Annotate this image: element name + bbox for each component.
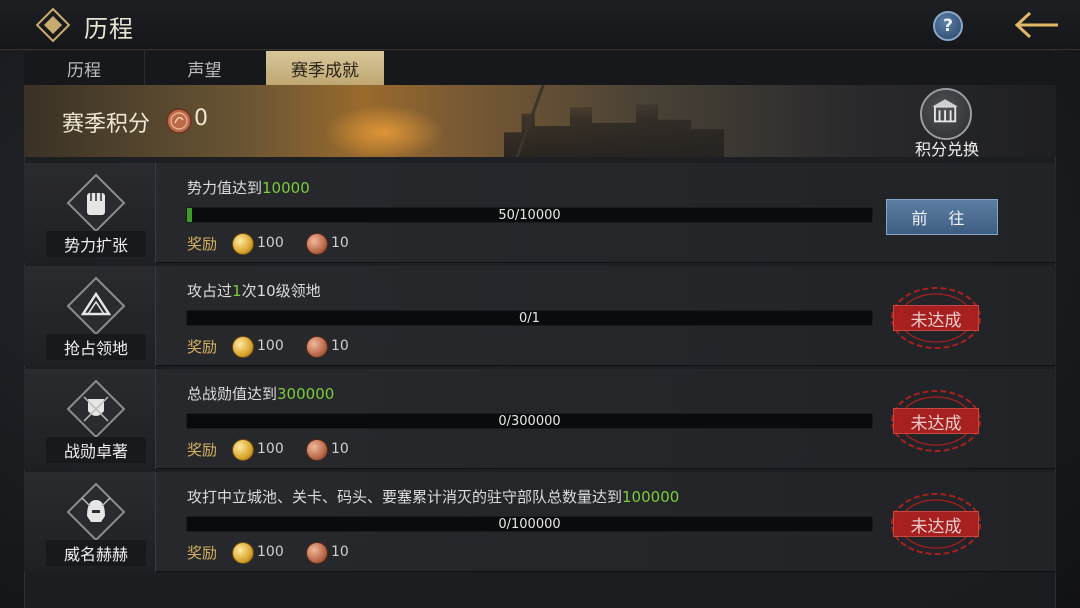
gold-reward-value: 100 — [257, 441, 284, 457]
progress-bar: 0/100000 — [186, 516, 873, 532]
tab-reputation[interactable]: 声望 — [144, 51, 264, 85]
category-label: 战勋卓著 — [46, 437, 146, 463]
season-coin-icon — [166, 108, 192, 134]
progress-text: 0/1 — [519, 310, 540, 326]
achievement-row: 势力扩张 势力值达到10000 50/10000 奖励 100 10 前 往 — [24, 163, 1056, 263]
season-points-label: 赛季积分 — [62, 112, 151, 137]
gold-coin-icon — [232, 439, 254, 461]
progress-bar: 0/300000 — [186, 413, 873, 429]
help-button[interactable]: ? — [933, 11, 963, 41]
go-button[interactable]: 前 往 — [886, 199, 998, 235]
season-coin-icon — [306, 439, 328, 461]
tab-season-achievements[interactable]: 赛季成就 — [266, 51, 384, 85]
title-emblem-icon — [36, 8, 70, 42]
shop-icon[interactable] — [920, 88, 972, 140]
shield-icon — [66, 379, 126, 439]
achievement-row: 抢占领地 攻占过1次10级领地 0/1 奖励 100 10 未达成 — [24, 266, 1056, 366]
season-reward-value: 10 — [331, 441, 349, 457]
season-coin-icon — [306, 336, 328, 358]
achievement-description: 攻占过1次10级领地 — [187, 282, 321, 300]
top-bar: 历程 ? — [0, 0, 1080, 50]
points-exchange-button[interactable]: 积分兑换 — [912, 136, 982, 160]
gold-reward-value: 100 — [257, 338, 284, 354]
reward-label: 奖励 — [187, 441, 218, 459]
progress-text: 50/10000 — [498, 207, 561, 223]
season-reward-value: 10 — [331, 338, 349, 354]
category-label: 势力扩张 — [46, 231, 146, 257]
gold-coin-icon — [232, 233, 254, 255]
progress-bar: 0/1 — [186, 310, 873, 326]
achievement-description: 势力值达到10000 — [187, 179, 310, 197]
category-label: 抢占领地 — [46, 334, 146, 360]
not-achieved-stamp: 未达成 — [893, 305, 979, 331]
gold-reward-value: 100 — [257, 235, 284, 251]
achievement-description: 攻打中立城池、关卡、码头、要塞累计消灭的驻守部队总数量达到100000 — [187, 488, 680, 506]
reward-label: 奖励 — [187, 544, 218, 562]
not-achieved-stamp: 未达成 — [893, 408, 979, 434]
gold-coin-icon — [232, 336, 254, 358]
reward-label: 奖励 — [187, 235, 218, 253]
gold-reward-value: 100 — [257, 544, 284, 560]
page-title: 历程 — [84, 15, 134, 43]
achievement-description: 总战勋值达到300000 — [187, 385, 335, 403]
reward-label: 奖励 — [187, 338, 218, 356]
season-points-value: 0 — [194, 106, 208, 131]
tab-history[interactable]: 历程 — [24, 51, 144, 85]
question-icon: ? — [943, 16, 953, 36]
helmet-icon — [66, 482, 126, 542]
progress-text: 0/300000 — [498, 413, 561, 429]
tab-bar: 历程 声望 赛季成就 — [24, 51, 1056, 85]
back-arrow-icon[interactable] — [1012, 10, 1060, 40]
achievement-row: 战勋卓著 总战勋值达到300000 0/300000 奖励 100 10 未达成 — [24, 369, 1056, 469]
gold-coin-icon — [232, 542, 254, 564]
season-coin-icon — [306, 233, 328, 255]
season-reward-value: 10 — [331, 544, 349, 560]
category-label: 威名赫赫 — [46, 540, 146, 566]
progress-text: 0/100000 — [498, 516, 561, 532]
achievement-row: 威名赫赫 攻打中立城池、关卡、码头、要塞累计消灭的驻守部队总数量达到100000… — [24, 472, 1056, 572]
fist-icon — [66, 173, 126, 233]
not-achieved-stamp: 未达成 — [893, 511, 979, 537]
territory-icon — [66, 276, 126, 336]
season-reward-value: 10 — [331, 235, 349, 251]
season-coin-icon — [306, 542, 328, 564]
progress-bar: 50/10000 — [186, 207, 873, 223]
